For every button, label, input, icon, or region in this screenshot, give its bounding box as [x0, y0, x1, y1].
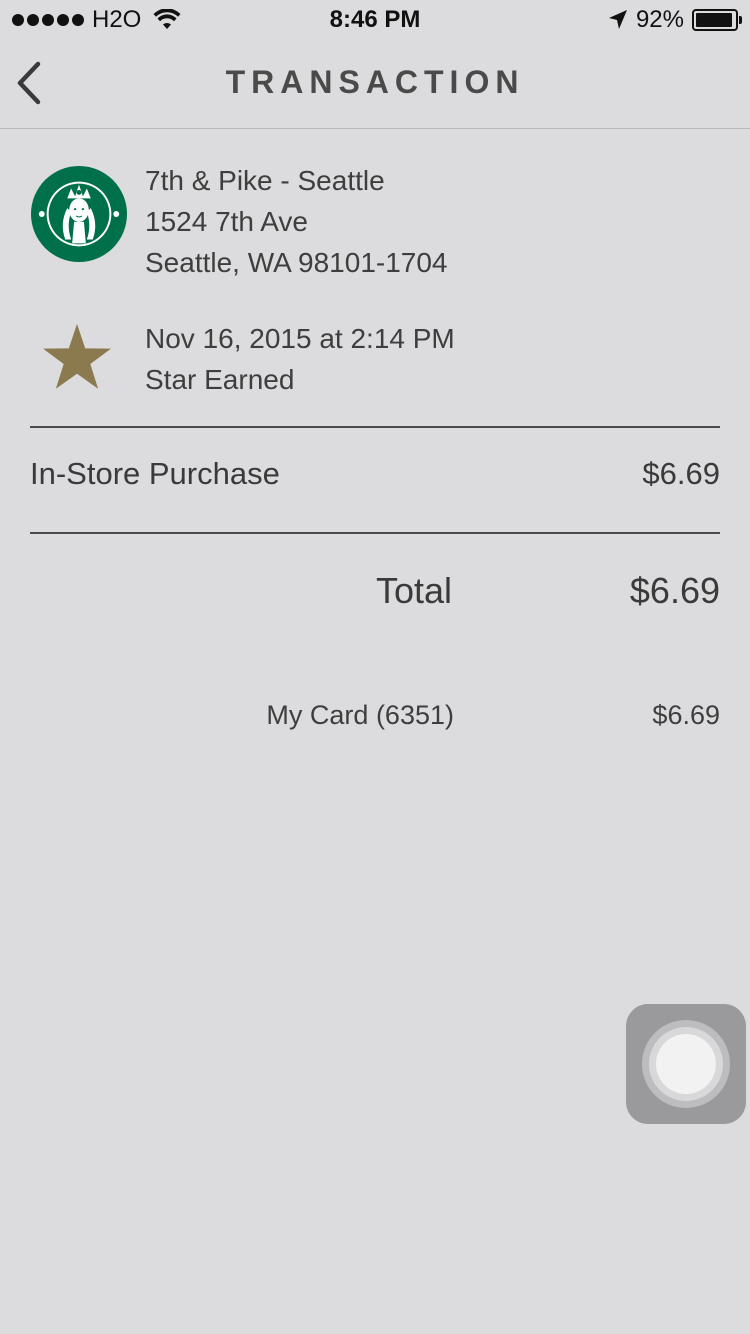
- assistive-touch-button[interactable]: [626, 1004, 746, 1124]
- page-title: TRANSACTION: [225, 64, 525, 100]
- battery-percent: 92%: [635, 6, 684, 33]
- store-name: 7th & Pike - Seattle: [145, 165, 385, 196]
- payment-amount: $6.69: [652, 700, 720, 730]
- store-address: 7th & Pike - Seattle 1524 7th Ave Seattl…: [145, 160, 448, 283]
- store-city: Seattle, WA 98101-1704: [145, 247, 448, 278]
- line-item: In-Store Purchase $6.69: [30, 450, 720, 502]
- total-amount: $6.69: [629, 570, 720, 611]
- status-bar: H2O 8:46 PM 92%: [0, 0, 750, 40]
- total-label: Total: [375, 570, 452, 611]
- starbucks-logo-icon: [30, 165, 128, 263]
- payment-row: My Card (6351) $6.69: [30, 694, 720, 738]
- navigation-bar: TRANSACTION: [0, 40, 750, 129]
- assistive-touch-ring-inner: [656, 1034, 716, 1094]
- location-arrow-icon: [608, 10, 627, 29]
- payment-method-label: My Card (6351): [266, 700, 454, 730]
- line-item-label: In-Store Purchase: [30, 456, 280, 491]
- divider-bottom: [30, 532, 720, 534]
- divider-top: [30, 426, 720, 428]
- status-right: 92%: [608, 6, 742, 34]
- transaction-meta: Nov 16, 2015 at 2:14 PM Star Earned: [30, 318, 720, 400]
- star-icon: [43, 324, 111, 389]
- transaction-datetime: Nov 16, 2015 at 2:14 PM: [145, 323, 455, 354]
- line-item-amount: $6.69: [642, 456, 720, 491]
- battery-icon: [692, 9, 742, 31]
- store-street: 1524 7th Ave: [145, 206, 308, 237]
- transaction-details: Nov 16, 2015 at 2:14 PM Star Earned: [145, 318, 455, 400]
- total-row: Total $6.69: [30, 562, 720, 622]
- store-info: 7th & Pike - Seattle 1524 7th Ave Seattl…: [30, 160, 720, 280]
- reward-status: Star Earned: [145, 364, 295, 395]
